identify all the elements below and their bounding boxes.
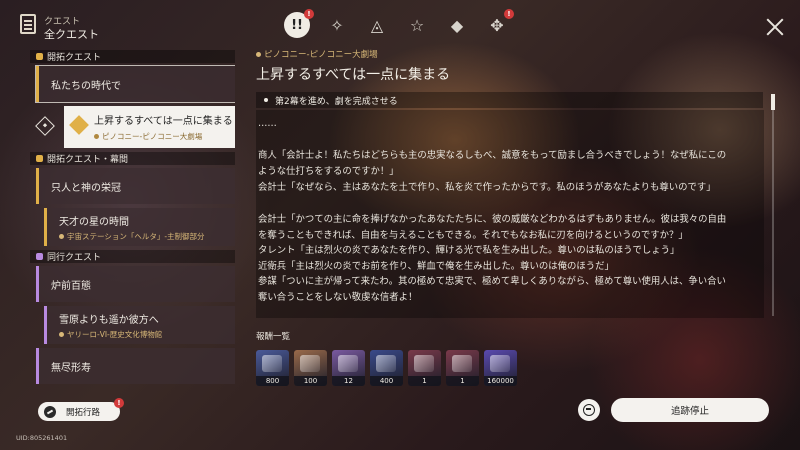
notification-badge: !	[504, 9, 514, 19]
notification-badge: !	[304, 9, 314, 19]
credit-icon	[376, 355, 396, 372]
location-pin-icon	[59, 233, 64, 239]
tab-adventure[interactable]: ◬	[364, 12, 390, 38]
quest-location: 宇宙ステーション「ヘルタ」-主制御部分	[59, 231, 205, 242]
reward-quantity: 12	[332, 376, 365, 386]
location-pin-icon	[94, 134, 99, 139]
description-line: ような仕打ちをするのですか！」	[258, 165, 399, 177]
reward-quantity: 1	[446, 376, 479, 386]
trailblaze-category-icon	[36, 53, 43, 60]
description-line: 近衛兵「主は烈火の炎でお前を作り、鮮血で俺を生み出した。尊いのは俺のほうだ」	[258, 260, 614, 272]
location-pin-icon	[59, 331, 64, 337]
material-book-icon	[414, 355, 434, 372]
description-scrollbar[interactable]	[772, 94, 774, 316]
reward-quantity: 400	[370, 376, 403, 386]
companion-category-icon	[36, 253, 43, 260]
all-quests-icon: !!	[291, 17, 303, 33]
daily-icon: ◆	[450, 15, 464, 35]
notification-badge: !	[114, 398, 124, 408]
reward-item[interactable]: 400	[370, 350, 403, 386]
description-line: 参謀「ついに主が帰って来たわ。其の極めて忠実で、極めて卑しくありながら、極めて尊…	[258, 276, 726, 288]
path-button-label: 開拓行路	[66, 407, 101, 418]
close-icon[interactable]	[764, 16, 786, 38]
description-line	[258, 195, 752, 212]
interlude-category-icon	[36, 155, 43, 162]
navigate-icon	[583, 404, 595, 416]
tab-trailblaze[interactable]: ✧	[324, 12, 350, 38]
tab-event[interactable]: ✥ !	[484, 9, 514, 38]
reward-item[interactable]: 12	[332, 350, 365, 386]
quest-title: 炉前百態	[51, 280, 91, 292]
tab-daily[interactable]: ◆	[444, 12, 470, 38]
compass-icon	[44, 405, 56, 418]
tracking-icon	[35, 116, 55, 136]
category-header-companion: 同行クエスト	[30, 250, 235, 263]
quest-location: ピノコニー-ピノコニー大劇場	[94, 131, 202, 142]
quest-item[interactable]: 只人と神の栄冠	[36, 168, 235, 204]
quest-title: 只人と神の栄冠	[51, 182, 121, 194]
quest-item[interactable]: 私たちの時代で	[35, 65, 235, 103]
reward-item[interactable]: 160000	[484, 350, 517, 386]
description-line	[258, 132, 752, 149]
quest-title: 上昇するすべては一点に集まる	[94, 116, 233, 127]
quest-description[interactable]: …… 商人「会計士よ！私たちはどちらも主の忠実なるしもべ、誠意をもって励まし合うべ…	[256, 110, 764, 318]
uid-label: UID:805261401	[16, 434, 68, 442]
exp-scroll-icon	[262, 355, 282, 372]
reward-item[interactable]: 1	[408, 350, 441, 386]
detail-location: ピノコニー-ピノコニー大劇場	[256, 48, 378, 60]
quest-location: ヤリーロ-VI-歴史文化博物館	[59, 329, 162, 340]
description-line: 会計士「なぜなら、主はあなたを土で作り、私を炎で作ったからです。私のほうがあなた…	[258, 181, 716, 193]
material-book-icon	[452, 355, 472, 372]
bullet-icon	[264, 98, 268, 102]
tab-all-quests[interactable]: !! !	[284, 9, 314, 38]
reward-item[interactable]: 800	[256, 350, 289, 386]
quest-title: 私たちの時代で	[51, 80, 121, 92]
quest-item[interactable]: 無尽形寿	[36, 348, 235, 384]
quest-title: 天才の星の時間	[59, 216, 129, 228]
quest-list[interactable]: 開拓クエスト 私たちの時代で 上昇するすべては一点に集まる ピノコニー-ピノコニ…	[30, 50, 235, 395]
quest-detail-title: 上昇するすべては一点に集まる	[256, 67, 451, 83]
tab-companion[interactable]: ☆	[404, 12, 430, 38]
stop-tracking-button[interactable]: 追跡停止	[611, 398, 769, 422]
companion-icon: ☆	[409, 15, 425, 35]
quest-item[interactable]: 天才の星の時間 宇宙ステーション「ヘルタ」-主制御部分	[44, 208, 235, 246]
quest-type-tabs: !! ! ✧ ◬ ☆ ◆ ✥ !	[284, 9, 514, 38]
reward-item[interactable]: 100	[294, 350, 327, 386]
rewards-label: 報酬一覧	[256, 332, 291, 342]
reward-quantity: 100	[294, 376, 327, 386]
location-pin-icon	[256, 51, 261, 57]
scrollbar-thumb[interactable]	[771, 94, 775, 110]
quest-item[interactable]: 炉前百態	[36, 266, 235, 302]
reward-quantity: 800	[256, 376, 289, 386]
trailblaze-path-button[interactable]: 開拓行路 !	[38, 398, 124, 421]
reward-quantity: 1	[408, 376, 441, 386]
navigate-button[interactable]	[578, 399, 600, 421]
trailblaze-quest-icon	[69, 115, 89, 135]
description-line: ……	[258, 118, 277, 129]
feather-icon	[300, 355, 320, 372]
quest-title: 無尽形寿	[51, 362, 91, 374]
exp-material-icon	[490, 355, 510, 372]
quest-item[interactable]: 雪原よりも遥か彼方へ ヤリーロ-VI-歴史文化博物館	[44, 306, 235, 344]
trailblaze-icon: ✧	[330, 15, 344, 35]
top-bar: クエスト 全クエスト !! ! ✧ ◬ ☆ ◆ ✥ !	[0, 0, 800, 50]
quest-objective: 第2幕を進め、劇を完成させる	[256, 92, 763, 108]
reward-quantity: 160000	[484, 376, 517, 386]
reward-list: 800 100 12 400 1 1 160000	[256, 350, 517, 386]
page-title: 全クエスト	[44, 28, 99, 41]
adventure-icon: ◬	[370, 15, 384, 35]
reward-item[interactable]: 1	[446, 350, 479, 386]
description-line: 会計士「かつての主に命を捧げなかったあなたたちに、彼の威厳などわかるはずもありま…	[258, 213, 727, 225]
book-icon	[338, 355, 358, 372]
event-icon: ✥	[490, 15, 504, 35]
quest-log-icon	[20, 14, 36, 34]
description-line: タレント「主は烈火の炎であなたを作り、輝ける光で私を生み出した。尊いのは私のほう…	[258, 245, 680, 257]
description-line: 商人「会計士よ！私たちはどちらも主の忠実なるしもべ、誠意をもって励まし合うべきで…	[258, 150, 727, 162]
quest-title: 雪原よりも遥か彼方へ	[59, 314, 159, 326]
description-line: を奪うこともできれば、自由を与えることもできる。それでもなお私に刃を向けるという…	[258, 229, 688, 241]
quest-item-selected[interactable]: 上昇するすべては一点に集まる ピノコニー-ピノコニー大劇場	[35, 106, 235, 148]
category-header-trailblaze: 開拓クエスト	[30, 50, 235, 63]
description-line: 奪い合うことをしない敬虔な信者よ！	[258, 291, 418, 303]
category-header-interlude: 開拓クエスト・幕間	[30, 152, 235, 165]
